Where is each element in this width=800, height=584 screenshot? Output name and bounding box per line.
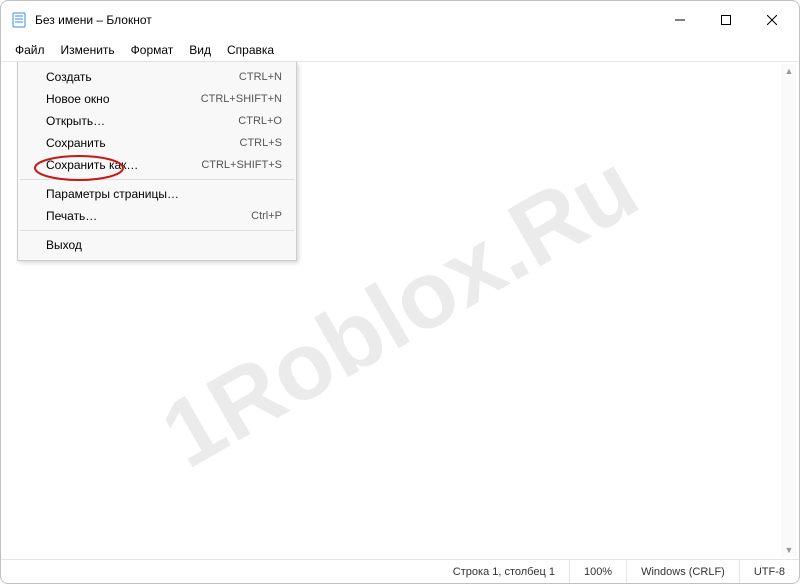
menu-item-label: Сохранить как… — [46, 158, 138, 172]
titlebar: Без имени – Блокнот — [1, 1, 799, 39]
menu-item-label: Параметры страницы… — [46, 187, 179, 201]
menu-item-shortcut: CTRL+SHIFT+S — [201, 159, 282, 171]
menu-item-shortcut: CTRL+S — [240, 137, 283, 149]
statusbar: Строка 1, столбец 1 100% Windows (CRLF) … — [1, 559, 799, 583]
menu-item-save[interactable]: Сохранить CTRL+S — [18, 132, 296, 154]
notepad-icon — [11, 12, 27, 28]
scroll-up-icon[interactable]: ▲ — [785, 66, 794, 76]
menu-item-shortcut: CTRL+O — [238, 115, 282, 127]
status-position: Строка 1, столбец 1 — [439, 560, 569, 583]
menubar-format[interactable]: Формат — [123, 41, 182, 59]
menubar-edit[interactable]: Изменить — [53, 41, 123, 59]
menu-item-page-setup[interactable]: Параметры страницы… — [18, 183, 296, 205]
menu-item-shortcut: Ctrl+P — [251, 210, 282, 222]
menu-item-label: Новое окно — [46, 92, 110, 106]
menu-item-new[interactable]: Создать CTRL+N — [18, 66, 296, 88]
menu-item-label: Создать — [46, 70, 92, 84]
status-line-ending: Windows (CRLF) — [626, 560, 739, 583]
status-zoom: 100% — [569, 560, 626, 583]
window-controls — [657, 5, 795, 35]
menu-item-label: Печать… — [46, 209, 97, 223]
scroll-down-icon[interactable]: ▼ — [785, 545, 794, 555]
menubar-file[interactable]: Файл — [7, 41, 53, 59]
file-menu-dropdown: Создать CTRL+N Новое окно CTRL+SHIFT+N О… — [17, 62, 297, 261]
maximize-button[interactable] — [703, 5, 749, 35]
menubar-view[interactable]: Вид — [181, 41, 219, 59]
menubar: Файл Изменить Формат Вид Справка — [1, 39, 799, 61]
window-title: Без имени – Блокнот — [35, 13, 152, 27]
menu-item-label: Сохранить — [46, 136, 106, 150]
vertical-scrollbar[interactable]: ▲ ▼ — [781, 64, 797, 557]
menu-separator — [20, 179, 294, 180]
menu-item-open[interactable]: Открыть… CTRL+O — [18, 110, 296, 132]
editor-area[interactable]: 1Roblox.Ru Создать CTRL+N Новое окно CTR… — [1, 61, 799, 559]
menu-item-label: Выход — [46, 238, 82, 252]
menu-item-exit[interactable]: Выход — [18, 234, 296, 256]
menu-item-label: Открыть… — [46, 114, 105, 128]
minimize-button[interactable] — [657, 5, 703, 35]
menu-separator — [20, 230, 294, 231]
menu-item-print[interactable]: Печать… Ctrl+P — [18, 205, 296, 227]
close-button[interactable] — [749, 5, 795, 35]
menu-item-save-as[interactable]: Сохранить как… CTRL+SHIFT+S — [18, 154, 296, 176]
status-encoding: UTF-8 — [739, 560, 799, 583]
menu-item-new-window[interactable]: Новое окно CTRL+SHIFT+N — [18, 88, 296, 110]
menubar-help[interactable]: Справка — [219, 41, 282, 59]
notepad-window: Без имени – Блокнот Файл Изменить Формат… — [0, 0, 800, 584]
menu-item-shortcut: CTRL+N — [239, 71, 282, 83]
menu-item-shortcut: CTRL+SHIFT+N — [201, 93, 282, 105]
